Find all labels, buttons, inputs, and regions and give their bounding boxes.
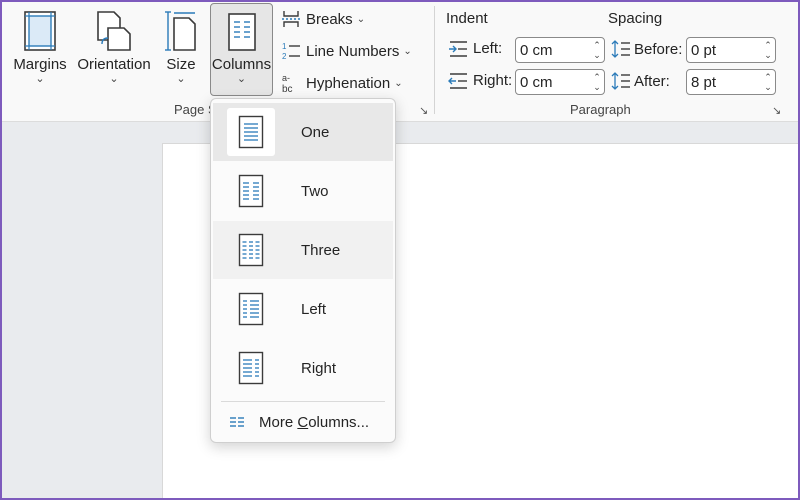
chevron-down-icon: ⌄ (236, 73, 247, 85)
columns-label: Columns (211, 56, 272, 73)
menu-divider (221, 401, 385, 402)
orientation-label: Orientation (77, 56, 151, 73)
ribbon: Margins ⌄ Orientation ⌄ Size ⌄ Columns ⌄… (0, 0, 800, 122)
dialog-launcher-icon[interactable]: ↘ (419, 104, 428, 117)
indent-right-icon (448, 72, 470, 89)
svg-text:2: 2 (282, 52, 287, 61)
spacing-after-icon (611, 72, 631, 90)
line-numbers-icon: 1 2 (280, 41, 302, 61)
indent-left-field[interactable]: 0 cm ⌃ ⌄ (515, 37, 605, 63)
columns-option-right[interactable]: Right (213, 339, 393, 397)
hyphenation-label: Hyphenation (306, 74, 391, 92)
breaks-button[interactable]: Breaks ⌄ (280, 6, 365, 32)
chevron-down-icon: ⌄ (176, 73, 186, 85)
columns-option-one[interactable]: One (213, 103, 393, 161)
columns-icon (227, 4, 257, 52)
menu-item-label: Two (301, 182, 329, 200)
group-separator (434, 6, 435, 114)
chevron-down-icon: ⌄ (35, 73, 45, 85)
menu-item-label: Three (301, 241, 341, 259)
menu-item-label: Left (301, 300, 327, 318)
indent-right-label: Right: (448, 72, 512, 89)
three-columns-icon (227, 226, 275, 274)
chevron-down-icon: ⌄ (394, 77, 403, 89)
more-columns-button[interactable]: More Columns... (213, 407, 393, 437)
margins-icon (23, 4, 57, 52)
svg-text:bc: bc (282, 84, 293, 94)
size-label: Size (166, 56, 196, 73)
indent-left-value: 0 cm (520, 41, 553, 59)
columns-option-two[interactable]: Two (213, 162, 393, 220)
margins-label: Margins (13, 56, 67, 73)
indent-right-value: 0 cm (520, 73, 553, 91)
spacing-after-field[interactable]: 8 pt ⌃ ⌄ (686, 69, 776, 95)
spacing-before-value: 0 pt (691, 41, 717, 59)
paragraph-group-label: Paragraph (570, 102, 631, 117)
line-numbers-button[interactable]: 1 2 Line Numbers ⌄ (280, 38, 412, 64)
chevron-down-icon: ⌄ (403, 45, 412, 57)
indent-right-field[interactable]: 0 cm ⌃ ⌄ (515, 69, 605, 95)
spacing-before-label: Before: (611, 40, 682, 58)
size-button[interactable]: Size ⌄ (160, 4, 202, 94)
columns-button[interactable]: Columns ⌄ (210, 3, 273, 96)
indent-header: Indent (446, 10, 488, 27)
indent-left-label: Left: (448, 40, 502, 57)
breaks-label: Breaks (306, 10, 353, 28)
spacing-after-value: 8 pt (691, 73, 717, 91)
two-columns-icon (227, 167, 275, 215)
right-column-icon (227, 344, 275, 392)
menu-item-label: Right (301, 359, 337, 377)
svg-text:a-: a- (282, 73, 290, 83)
spinner-arrows-icon[interactable]: ⌃ ⌄ (590, 72, 604, 92)
dialog-launcher-icon[interactable]: ↘ (772, 104, 781, 117)
more-columns-label: More Columns... (259, 413, 370, 431)
spinner-arrows-icon[interactable]: ⌃ ⌄ (761, 40, 775, 60)
chevron-down-icon: ⌄ (109, 73, 119, 85)
hyphenation-icon: a- bc (280, 72, 302, 94)
more-columns-icon (229, 416, 247, 428)
menu-item-label: One (301, 123, 330, 141)
one-column-icon (227, 108, 275, 156)
chevron-down-icon: ⌄ (356, 13, 366, 25)
margins-button[interactable]: Margins ⌄ (12, 4, 68, 94)
orientation-icon (96, 4, 132, 52)
columns-option-three[interactable]: Three (213, 221, 393, 279)
svg-text:1: 1 (282, 42, 287, 51)
spinner-arrows-icon[interactable]: ⌃ ⌄ (761, 72, 775, 92)
spacing-before-field[interactable]: 0 pt ⌃ ⌄ (686, 37, 776, 63)
orientation-button[interactable]: Orientation ⌄ (76, 4, 152, 94)
spacing-after-label: After: (611, 72, 670, 90)
columns-option-left[interactable]: Left (213, 280, 393, 338)
columns-dropdown: One Two Three Left Right More Columns... (210, 98, 396, 443)
indent-left-icon (448, 40, 470, 57)
hyphenation-button[interactable]: a- bc Hyphenation ⌄ (280, 70, 403, 96)
breaks-icon (280, 9, 302, 29)
spinner-arrows-icon[interactable]: ⌃ ⌄ (590, 40, 604, 60)
spacing-header: Spacing (608, 10, 663, 27)
line-numbers-label: Line Numbers (306, 42, 400, 60)
size-icon (165, 4, 197, 52)
spacing-before-icon (611, 40, 631, 58)
left-column-icon (227, 285, 275, 333)
